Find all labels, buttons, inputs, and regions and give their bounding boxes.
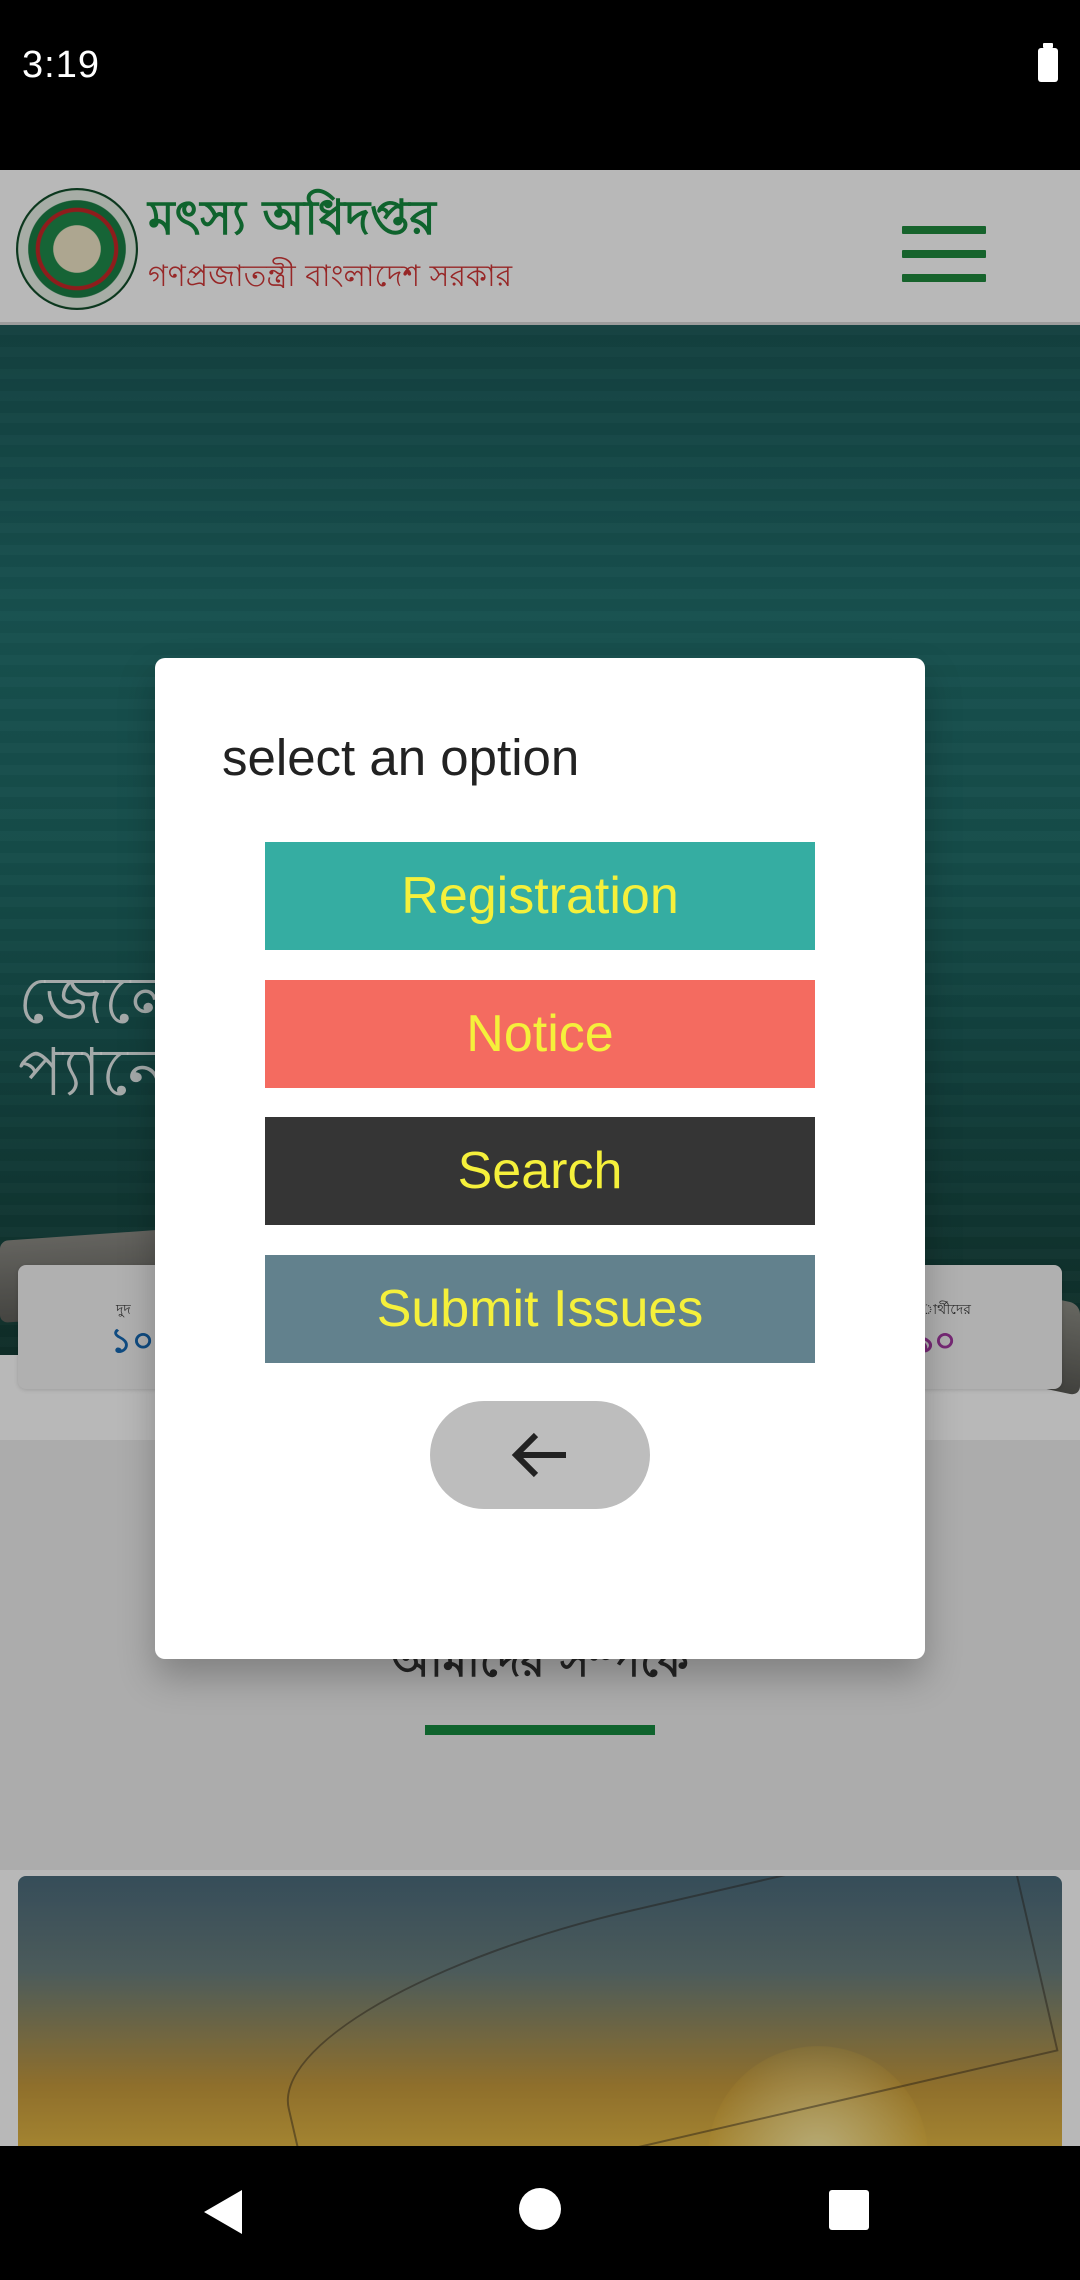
phone-screen: 3:19 মৎস্য অধিদপ্তর গণপ্রজাতন্ত্রী বাংলা…: [0, 0, 1080, 2280]
system-navigation-bar: [0, 2146, 1080, 2280]
back-icon[interactable]: [204, 2190, 242, 2234]
search-button[interactable]: Search: [265, 1117, 815, 1225]
recents-icon[interactable]: [829, 2190, 869, 2230]
home-icon[interactable]: [519, 2188, 561, 2230]
status-time: 3:19: [22, 44, 100, 86]
app-screen: মৎস্য অধিদপ্তর গণপ্রজাতন্ত্রী বাংলাদেশ স…: [0, 170, 1080, 2146]
arrow-left-icon: [511, 1432, 566, 1478]
dialog-title: select an option: [222, 729, 580, 786]
submit-issues-button[interactable]: Submit Issues: [265, 1255, 815, 1363]
registration-button[interactable]: Registration: [265, 842, 815, 950]
battery-icon: [1038, 43, 1058, 82]
status-bar: 3:19: [0, 0, 1080, 170]
back-button[interactable]: [430, 1401, 650, 1509]
notice-button[interactable]: Notice: [265, 980, 815, 1088]
option-dialog: select an option Registration Notice Sea…: [155, 658, 925, 1659]
